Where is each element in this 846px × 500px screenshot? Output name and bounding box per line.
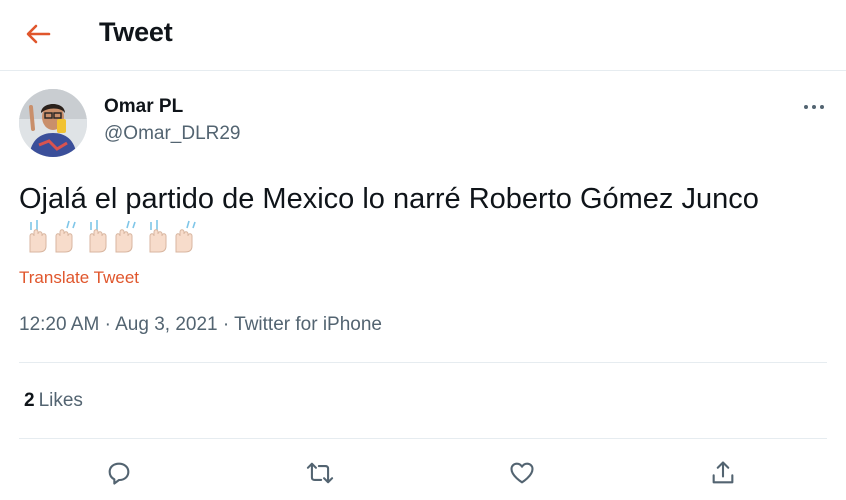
divider [19,362,827,363]
tweet-metadata: 12:20 AM · Aug 3, 2021 · Twitter for iPh… [19,314,382,336]
tweet-date[interactable]: Aug 3, 2021 [115,314,217,335]
back-button[interactable] [22,20,54,48]
tweet-source[interactable]: Twitter for iPhone [234,314,382,335]
raising-hands-icon [29,220,76,253]
reply-icon [108,462,130,485]
likes-count: 2 [24,390,35,411]
author-name[interactable]: Omar PL [104,96,183,118]
share-icon [712,461,734,484]
avatar-image [19,89,87,157]
more-options-button[interactable] [800,96,828,118]
likes-label: Likes [38,390,83,411]
raising-hands-icon [89,220,136,253]
avatar[interactable] [19,89,87,157]
reply-button[interactable] [102,456,136,490]
meta-separator: · [104,314,111,335]
retweet-icon [306,462,334,484]
header-bar: Tweet [0,0,846,68]
page-title: Tweet [99,17,173,47]
tweet-text: Ojalá el partido de Mexico lo narré Robe… [19,183,759,215]
retweet-button[interactable] [303,456,337,490]
arrow-left-icon [26,24,51,44]
tweet-time[interactable]: 12:20 AM [19,314,99,335]
more-dot-icon [812,105,816,109]
header-divider [0,70,846,71]
translate-tweet-link[interactable]: Translate Tweet [19,268,139,288]
like-button[interactable] [505,456,539,490]
share-button[interactable] [706,456,740,490]
likes-count-link[interactable]: 2 Likes [24,390,83,412]
raising-hands-icon [149,220,196,253]
tweet-body: Ojalá el partido de Mexico lo narré Robe… [19,180,819,264]
author-handle[interactable]: @Omar_DLR29 [104,123,241,145]
more-dot-icon [804,105,808,109]
raising-hands-emoji [27,218,199,264]
more-dot-icon [820,105,824,109]
divider [19,438,827,439]
heart-icon [510,462,534,484]
meta-separator: · [222,314,230,335]
